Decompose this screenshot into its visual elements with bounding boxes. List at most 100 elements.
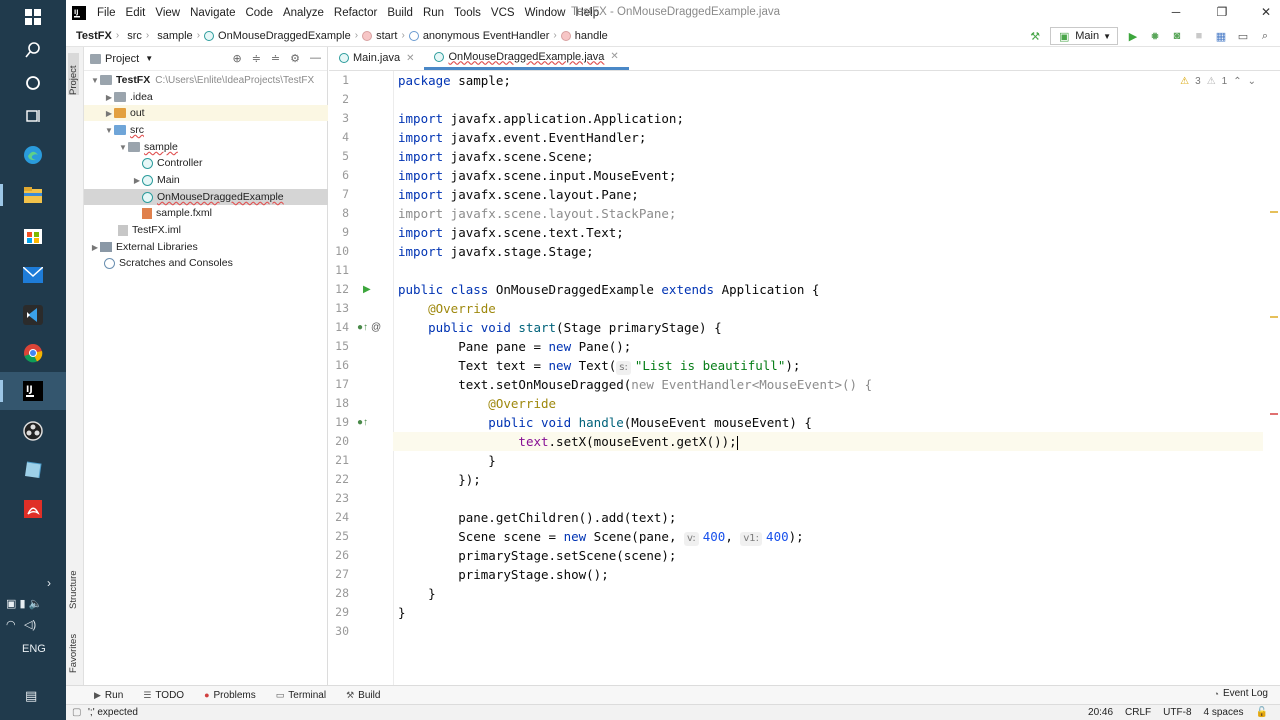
chevron-right-icon[interactable]: ▶ bbox=[104, 93, 114, 102]
tab-structure-tool[interactable]: Structure bbox=[68, 557, 79, 609]
layout-icon[interactable]: ▭ bbox=[1236, 29, 1250, 43]
menu-refactor[interactable]: Refactor bbox=[329, 7, 382, 19]
gear-icon[interactable]: ⚙ bbox=[290, 52, 300, 65]
menu-edit[interactable]: Edit bbox=[121, 7, 151, 19]
error-stripe[interactable] bbox=[1264, 71, 1280, 685]
tree-item-sample[interactable]: ▼ sample bbox=[84, 139, 328, 155]
edge-browser-icon[interactable] bbox=[18, 140, 48, 170]
chevron-down-icon[interactable]: ▼ bbox=[118, 143, 128, 152]
search-everywhere-icon[interactable]: ⌕ bbox=[1258, 29, 1272, 43]
chevron-down-icon[interactable]: ▼ bbox=[145, 54, 153, 63]
pdf-reader-icon[interactable] bbox=[18, 494, 48, 524]
store-icon[interactable] bbox=[18, 220, 48, 250]
mail-icon[interactable] bbox=[18, 260, 48, 290]
tree-item-sample-fxml[interactable]: sample.fxml bbox=[84, 205, 328, 221]
menu-tools[interactable]: Tools bbox=[449, 7, 486, 19]
tree-item-main[interactable]: ▶ Main bbox=[84, 172, 328, 188]
coverage-icon[interactable]: ◙ bbox=[1170, 29, 1184, 43]
tree-item-scratches[interactable]: Scratches and Consoles bbox=[84, 255, 328, 271]
tree-item-onmousedraggedexample[interactable]: OnMouseDraggedExample bbox=[84, 189, 328, 205]
chevron-right-icon[interactable]: ▶ bbox=[132, 176, 142, 185]
tree-item-external-libraries[interactable]: ▶ External Libraries bbox=[84, 239, 328, 255]
locate-icon[interactable]: ⊕ bbox=[232, 52, 241, 65]
chevron-right-icon[interactable]: ▶ bbox=[90, 243, 100, 252]
tree-item-controller[interactable]: Controller bbox=[84, 155, 328, 171]
expand-all-icon[interactable]: ≑ bbox=[252, 52, 261, 65]
close-icon[interactable]: ✕ bbox=[1256, 3, 1276, 21]
chevron-down-icon[interactable]: ▼ bbox=[90, 76, 100, 85]
inspections-widget[interactable]: ⚠ 3 ⚠ 1 ⌃ ⌄ bbox=[1180, 76, 1256, 87]
search-icon[interactable] bbox=[18, 35, 48, 65]
run-icon[interactable]: ▶ bbox=[1126, 29, 1140, 43]
network-icon[interactable]: ◠ bbox=[6, 618, 16, 631]
breadcrumb-method-start[interactable]: start bbox=[376, 30, 397, 42]
tray-icons[interactable]: ▣ ▮ 🔈 bbox=[6, 597, 42, 610]
task-view-icon[interactable] bbox=[18, 101, 48, 131]
menu-file[interactable]: File bbox=[92, 7, 121, 19]
intellij-idea-icon[interactable]: IJ bbox=[18, 376, 48, 406]
breadcrumb-sample[interactable]: sample bbox=[153, 30, 192, 42]
volume-icon[interactable]: ◁) bbox=[24, 618, 36, 631]
menu-code[interactable]: Code bbox=[240, 7, 278, 19]
tree-item-src[interactable]: ▼ src bbox=[84, 122, 328, 138]
notification-center-icon[interactable]: ▤ bbox=[25, 688, 37, 704]
editor-gutter[interactable]: 1 2 3 4 5 6 7 8 9 10 11 12 13 14 15 16 1… bbox=[329, 71, 393, 685]
collapse-all-icon[interactable]: ≐ bbox=[271, 52, 280, 65]
menu-vcs[interactable]: VCS bbox=[486, 7, 520, 19]
menu-build[interactable]: Build bbox=[382, 7, 418, 19]
tab-onmousedraggedexample-java[interactable]: OnMouseDraggedExample.java ✕ bbox=[424, 46, 629, 70]
breadcrumb-method-handle[interactable]: handle bbox=[575, 30, 608, 42]
hide-icon[interactable]: — bbox=[310, 52, 321, 65]
project-panel-title[interactable]: Project bbox=[105, 53, 139, 65]
toggle-tool-windows-icon[interactable]: ▢ bbox=[72, 707, 81, 718]
tree-item-idea[interactable]: ▶ .idea bbox=[84, 89, 328, 105]
menu-view[interactable]: View bbox=[150, 7, 185, 19]
tool-todo[interactable]: ☰ TODO bbox=[133, 690, 194, 701]
breadcrumb-class[interactable]: OnMouseDraggedExample bbox=[218, 30, 351, 42]
tool-terminal[interactable]: ▭ Terminal bbox=[266, 690, 336, 701]
tab-project-tool[interactable]: Project bbox=[68, 53, 79, 95]
tree-item-testfx-iml[interactable]: TestFX.iml bbox=[84, 222, 328, 238]
stop-icon[interactable]: ■ bbox=[1192, 29, 1206, 43]
lock-icon[interactable]: 🔓 bbox=[1256, 707, 1268, 718]
run-class-icon[interactable]: ▶ bbox=[363, 280, 371, 299]
warning-marker[interactable] bbox=[1270, 316, 1278, 318]
menu-run[interactable]: Run bbox=[418, 7, 449, 19]
menu-window[interactable]: Window bbox=[520, 7, 571, 19]
maximize-icon[interactable]: ❐ bbox=[1212, 3, 1232, 21]
language-indicator[interactable]: ENG bbox=[22, 643, 46, 655]
vscode-icon[interactable] bbox=[18, 300, 48, 330]
obs-icon[interactable] bbox=[18, 416, 48, 446]
implements-method-icon[interactable]: ●↑ bbox=[357, 413, 368, 432]
windows-start-icon[interactable] bbox=[18, 2, 48, 32]
menu-analyze[interactable]: Analyze bbox=[278, 7, 329, 19]
menu-navigate[interactable]: Navigate bbox=[185, 7, 240, 19]
cortana-icon[interactable] bbox=[18, 68, 48, 98]
chevron-down-icon[interactable]: ⌄ bbox=[1248, 76, 1256, 87]
project-structure-icon[interactable]: ▦ bbox=[1214, 29, 1228, 43]
indent-setting[interactable]: 4 spaces bbox=[1204, 707, 1244, 718]
chrome-icon[interactable] bbox=[18, 338, 48, 368]
annotation-icon[interactable]: @ bbox=[371, 318, 381, 337]
error-marker[interactable] bbox=[1270, 413, 1278, 415]
breadcrumb-src[interactable]: src bbox=[123, 30, 142, 42]
run-config-select[interactable]: ▣ Main ▼ bbox=[1050, 27, 1118, 45]
tool-event-log[interactable]: ◔ Event Log bbox=[1214, 688, 1268, 699]
code-editor[interactable]: package sample; import javafx.applicatio… bbox=[393, 71, 1264, 685]
tree-item-out[interactable]: ▶ out bbox=[84, 105, 328, 121]
tree-item-project-root[interactable]: ▼ TestFX C:\Users\Enlite\IdeaProjects\Te… bbox=[84, 72, 328, 88]
chevron-down-icon[interactable]: ▼ bbox=[104, 126, 114, 135]
show-hidden-icons-icon[interactable]: › bbox=[47, 576, 51, 590]
notes-app-icon[interactable] bbox=[18, 455, 48, 485]
debug-icon[interactable]: ✹ bbox=[1148, 29, 1162, 43]
chevron-right-icon[interactable]: ▶ bbox=[104, 109, 114, 118]
tool-build[interactable]: ⚒ Build bbox=[336, 690, 390, 701]
tab-favorites-tool[interactable]: Favorites bbox=[68, 625, 79, 673]
chevron-up-icon[interactable]: ⌃ bbox=[1233, 76, 1241, 87]
implements-method-icon[interactable]: ●↑ bbox=[357, 318, 368, 337]
breadcrumb-project[interactable]: TestFX bbox=[66, 30, 112, 42]
build-hammer-icon[interactable]: ⚒ bbox=[1028, 29, 1042, 43]
warning-marker[interactable] bbox=[1270, 211, 1278, 213]
close-tab-icon[interactable]: ✕ bbox=[406, 53, 414, 64]
breadcrumb-anonymous-handler[interactable]: anonymous EventHandler bbox=[423, 30, 550, 42]
